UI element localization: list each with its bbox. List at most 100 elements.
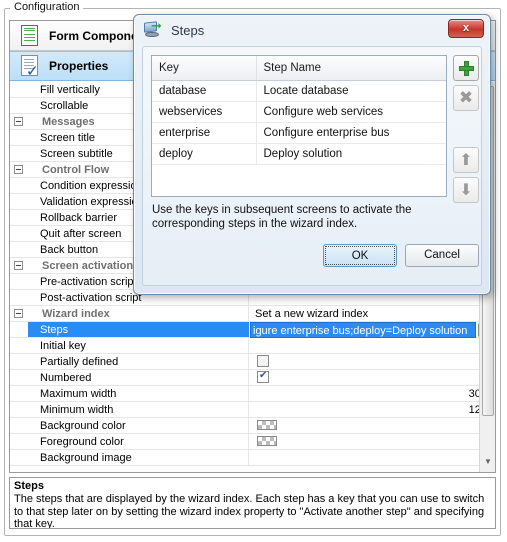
move-step-up-button[interactable]: ⬆ [453, 147, 479, 173]
properties-document-icon: ✓ [19, 54, 41, 79]
property-row[interactable]: Steps igure enterprise bus;deploy=Deploy … [10, 322, 495, 338]
collapse-expander-icon[interactable] [14, 117, 23, 126]
property-row[interactable]: Foreground color [10, 434, 495, 450]
property-value-cell[interactable]: Set a new wizard index [250, 306, 495, 321]
step-key-cell[interactable]: database [152, 80, 257, 102]
property-name: Back button [40, 244, 99, 256]
property-row[interactable]: Maximum width 300 [10, 386, 495, 402]
property-value-cell[interactable] [250, 370, 495, 385]
green-document-icon [19, 24, 41, 48]
dialog-hint-text: Use the keys in subsequent screens to ac… [152, 204, 412, 230]
property-row[interactable]: Minimum width 120 [10, 402, 495, 418]
arrow-down-icon: ⬇ [459, 182, 473, 199]
property-value-cell[interactable] [250, 450, 495, 465]
move-step-down-button[interactable]: ⬇ [453, 177, 479, 203]
color-swatch[interactable] [257, 420, 277, 430]
row-gutter [10, 130, 28, 145]
plus-icon [459, 61, 474, 76]
table-row[interactable]: enterprise Configure enterprise bus [152, 122, 446, 144]
table-row[interactable]: database Locate database [152, 80, 446, 102]
ok-button-label: OK [325, 246, 395, 265]
step-name-cell[interactable]: Configure enterprise bus [256, 122, 446, 144]
ok-button[interactable]: OK [323, 244, 397, 267]
property-name: Maximum width [40, 388, 117, 400]
column-header-key[interactable]: Key [152, 56, 257, 81]
property-name-cell: Maximum width [28, 386, 249, 401]
category-label-properties: Properties [49, 59, 109, 73]
property-value-cell[interactable] [250, 418, 495, 433]
property-row[interactable]: Wizard index Set a new wizard index [10, 306, 495, 322]
property-name-cell: Initial key [28, 338, 249, 353]
row-gutter [10, 194, 28, 209]
row-gutter [10, 98, 28, 113]
property-name: Fill vertically [40, 84, 100, 96]
property-name: Screen activation [42, 260, 134, 272]
property-name: Background image [40, 452, 132, 464]
property-name: Rollback barrier [40, 212, 118, 224]
row-gutter [10, 450, 28, 465]
collapse-expander-icon[interactable] [14, 261, 23, 270]
row-gutter [10, 290, 28, 305]
property-row[interactable]: Background color [10, 418, 495, 434]
steps-value-input[interactable]: igure enterprise bus;deploy=Deploy solut… [250, 322, 476, 338]
delete-step-button[interactable]: ✖ [453, 85, 479, 111]
close-icon[interactable]: x [448, 19, 484, 38]
step-name-cell[interactable]: Locate database [256, 80, 446, 102]
row-gutter [10, 114, 28, 129]
property-value-cell[interactable] [250, 434, 495, 449]
collapse-expander-icon[interactable] [14, 165, 23, 174]
row-gutter [10, 418, 28, 433]
step-key-cell[interactable]: webservices [152, 101, 257, 123]
property-value-cell[interactable]: 120 [250, 402, 495, 417]
property-name-cell: Numbered [28, 370, 249, 385]
property-row[interactable]: Numbered [10, 370, 495, 386]
row-gutter [10, 258, 28, 273]
property-name: Screen title [40, 132, 96, 144]
property-name: Validation expression [40, 196, 144, 208]
arrow-up-icon: ⬆ [459, 152, 473, 169]
row-gutter [10, 82, 28, 97]
property-name: Foreground color [40, 436, 124, 448]
step-key-cell[interactable]: enterprise [152, 122, 257, 144]
property-name-cell: Partially defined [28, 354, 249, 369]
description-title: Steps [14, 480, 44, 492]
add-step-button[interactable] [453, 55, 479, 81]
steps-table: Key Step Name database Locate database web… [152, 56, 446, 165]
step-name-cell[interactable]: Configure web services [256, 101, 446, 123]
row-gutter [10, 178, 28, 193]
color-swatch[interactable] [257, 436, 277, 446]
row-gutter [10, 434, 28, 449]
property-value: Set a new wizard index [255, 308, 369, 320]
property-row[interactable]: Initial key [10, 338, 495, 354]
property-row[interactable]: Partially defined [10, 354, 495, 370]
steps-table-header-row: Key Step Name [152, 56, 446, 81]
dialog-title-bar[interactable]: ➞ Steps x [134, 15, 490, 45]
property-name: Wizard index [42, 308, 110, 320]
row-gutter [10, 322, 28, 337]
checkbox-unchecked[interactable] [257, 355, 269, 367]
steps-table-container[interactable]: Key Step Name database Locate database web… [151, 55, 447, 197]
property-value-cell[interactable]: 300 [250, 386, 495, 401]
property-name: Pre-activation script [40, 276, 137, 288]
steps-dialog: ➞ Steps x Key Step Name database Locate d… [133, 14, 491, 295]
property-name-cell: Background color [28, 418, 249, 433]
property-name: Condition expression [40, 180, 143, 192]
table-row[interactable]: webservices Configure web services [152, 101, 446, 123]
row-gutter [10, 386, 28, 401]
property-row[interactable]: Background image [10, 450, 495, 466]
row-gutter [10, 210, 28, 225]
property-name: Post-activation script [40, 292, 142, 304]
cancel-button[interactable]: Cancel [405, 244, 479, 267]
property-name-cell: Minimum width [28, 402, 249, 417]
property-value-cell[interactable] [250, 354, 495, 369]
column-header-step-name[interactable]: Step Name [256, 56, 446, 81]
collapse-expander-icon[interactable] [14, 309, 23, 318]
step-key-cell[interactable]: deploy [152, 143, 257, 165]
checkbox-checked[interactable] [257, 370, 269, 383]
scrollbar-down-icon[interactable]: ▼ [482, 455, 494, 468]
step-name-cell[interactable]: Deploy solution [256, 143, 446, 165]
table-row[interactable]: deploy Deploy solution [152, 143, 446, 165]
row-gutter [10, 226, 28, 241]
property-value-cell[interactable] [250, 338, 495, 353]
row-gutter [10, 370, 28, 385]
